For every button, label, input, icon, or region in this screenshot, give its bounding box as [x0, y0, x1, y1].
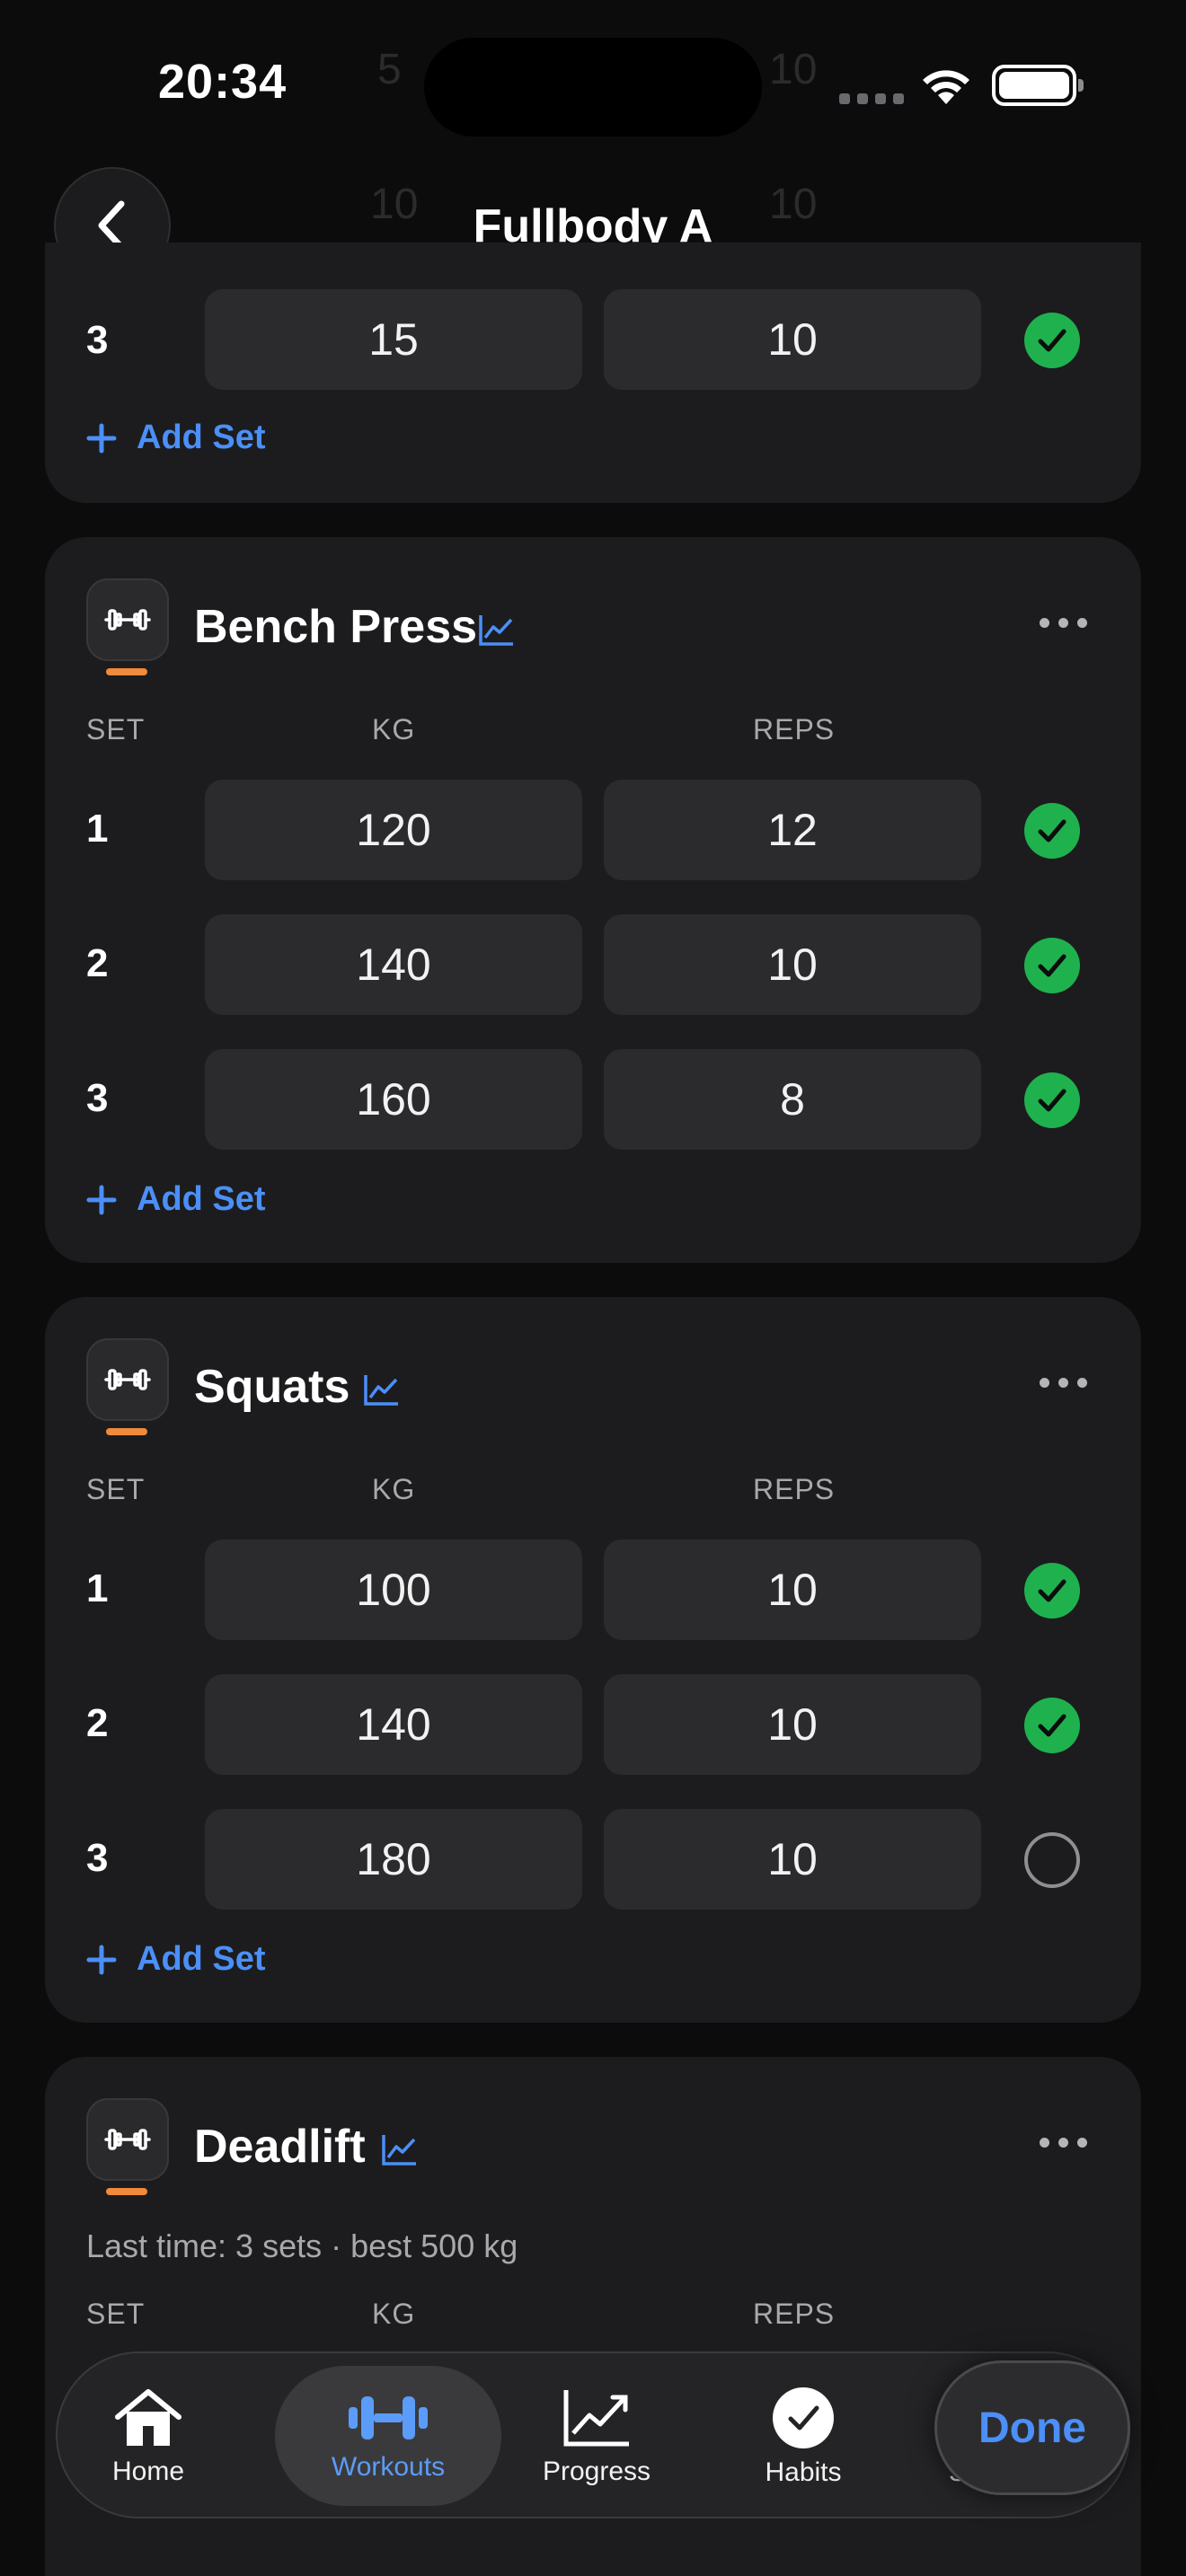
column-header-kg: KG: [372, 2298, 416, 2330]
dumbbell-icon: [349, 2396, 428, 2439]
exercise-icon[interactable]: [86, 578, 169, 661]
column-header-set: SET: [86, 2298, 146, 2330]
set-number: 3: [86, 1836, 109, 1880]
set-number: 1: [86, 807, 109, 851]
exercise-name: Deadlift: [194, 2121, 366, 2173]
set-complete-checkbox[interactable]: [1024, 938, 1080, 993]
tab-label: Progress: [542, 2457, 651, 2486]
set-number: 3: [86, 318, 109, 362]
kg-input[interactable]: 160: [205, 1049, 582, 1150]
exercise-icon[interactable]: [86, 1338, 169, 1421]
add-set-label: Add Set: [137, 419, 266, 456]
kg-input[interactable]: 100: [205, 1539, 582, 1640]
battery-icon: [992, 65, 1084, 106]
kg-input[interactable]: 120: [205, 780, 582, 880]
tab-home[interactable]: Home: [93, 2353, 203, 2520]
reps-input[interactable]: 8: [604, 1049, 981, 1150]
exercise-card-partial: 3 15 10 Add Set: [45, 243, 1141, 503]
cellular-signal-icon: [839, 93, 904, 104]
add-set-button[interactable]: Add Set: [86, 419, 266, 457]
more-options-icon[interactable]: [1040, 1378, 1087, 1388]
checkmark-icon: [1038, 954, 1067, 977]
set-number: 2: [86, 1701, 109, 1745]
set-complete-checkbox[interactable]: [1024, 313, 1080, 368]
checkmark-icon: [1038, 329, 1067, 352]
add-set-button[interactable]: Add Set: [86, 1940, 266, 1979]
reps-input[interactable]: 10: [604, 1809, 981, 1910]
plus-icon: [86, 1185, 117, 1214]
wifi-icon: [923, 70, 969, 104]
dynamic-island: [424, 38, 762, 137]
set-number: 1: [86, 1566, 109, 1610]
tab-label: Home: [111, 2457, 185, 2486]
set-complete-checkbox[interactable]: [1024, 1698, 1080, 1753]
exercise-card-squats: Squats SET KG REPS 1 100 10 2 140 10 3 1…: [45, 1297, 1141, 2023]
reps-input[interactable]: 10: [604, 289, 981, 390]
exercise-name: Squats: [194, 1361, 350, 1413]
plus-icon: [86, 1945, 117, 1974]
chart-line-icon: [563, 2390, 629, 2447]
column-header-set: SET: [86, 1473, 146, 1505]
dumbbell-icon: [104, 609, 151, 631]
exercise-marker: [106, 668, 147, 675]
checkmark-circle-icon: [773, 2387, 834, 2448]
column-header-reps: REPS: [753, 713, 836, 745]
set-number: 3: [86, 1076, 109, 1120]
last-time-summary: Last time: 3 sets · best 500 kg: [86, 2228, 518, 2264]
tab-label: Workouts: [331, 2452, 446, 2482]
kg-input[interactable]: 180: [205, 1809, 582, 1910]
plus-icon: [86, 423, 117, 453]
reps-input[interactable]: 10: [604, 914, 981, 1015]
column-header-reps: REPS: [753, 2298, 836, 2330]
more-options-icon[interactable]: [1040, 2138, 1087, 2148]
set-complete-checkbox[interactable]: [1024, 1832, 1080, 1888]
exercise-name: Bench Press: [194, 601, 478, 653]
kg-input[interactable]: 15: [205, 289, 582, 390]
reps-input[interactable]: 10: [604, 1674, 981, 1775]
column-header-kg: KG: [372, 713, 416, 745]
checkmark-icon: [1038, 1714, 1067, 1737]
reps-input[interactable]: 10: [604, 1539, 981, 1640]
add-set-button[interactable]: Add Set: [86, 1180, 266, 1219]
reps-input[interactable]: 12: [604, 780, 981, 880]
done-button[interactable]: Done: [934, 2360, 1130, 2495]
checkmark-icon: [1038, 1089, 1067, 1112]
column-header-set: SET: [86, 713, 146, 745]
add-set-label: Add Set: [137, 1940, 266, 1978]
tab-workouts[interactable]: Workouts: [275, 2353, 501, 2520]
status-bar: 20:34: [0, 0, 1186, 171]
tab-label: Habits: [765, 2457, 842, 2487]
set-complete-checkbox[interactable]: [1024, 1072, 1080, 1128]
set-number: 2: [86, 941, 109, 985]
exercise-icon[interactable]: [86, 2098, 169, 2181]
chart-icon[interactable]: [478, 613, 516, 647]
house-icon: [115, 2389, 181, 2446]
dumbbell-icon: [104, 2129, 151, 2150]
kg-input[interactable]: 140: [205, 914, 582, 1015]
checkmark-icon: [1038, 1579, 1067, 1602]
set-complete-checkbox[interactable]: [1024, 1563, 1080, 1619]
status-time: 20:34: [158, 55, 288, 109]
exercise-card-bench-press: Bench Press SET KG REPS 1 120 12 2 140 1…: [45, 537, 1141, 1263]
exercise-marker: [106, 1428, 147, 1435]
more-options-icon[interactable]: [1040, 618, 1087, 628]
column-header-kg: KG: [372, 1473, 416, 1505]
column-header-reps: REPS: [753, 1473, 836, 1505]
set-complete-checkbox[interactable]: [1024, 803, 1080, 859]
add-set-label: Add Set: [137, 1180, 266, 1218]
chart-icon[interactable]: [381, 2132, 419, 2166]
workout-screen: 5 10 10 10 20:34 Fullbody A 3 15 10 Add …: [0, 0, 1186, 2576]
tab-progress[interactable]: Progress: [525, 2353, 668, 2520]
exercise-marker: [106, 2188, 147, 2195]
chart-icon[interactable]: [363, 1372, 401, 1407]
checkmark-icon: [1038, 819, 1067, 842]
dumbbell-icon: [104, 1369, 151, 1390]
tab-habits[interactable]: Habits: [740, 2353, 866, 2520]
kg-input[interactable]: 140: [205, 1674, 582, 1775]
